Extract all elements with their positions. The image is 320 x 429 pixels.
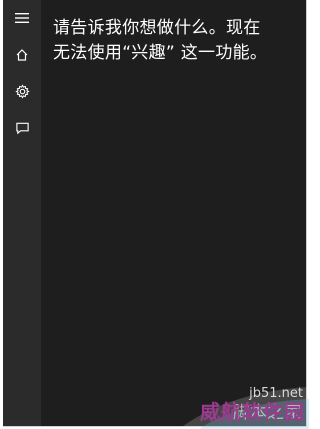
gear-glyph — [14, 83, 30, 99]
message-line-1: 请告诉我你想做什么。现在 — [53, 18, 261, 38]
main-content: 请告诉我你想做什么。现在 无法使用“兴趣” 这一功能。 — [41, 0, 306, 426]
sidebar — [3, 0, 41, 426]
cortana-panel: 请告诉我你想做什么。现在 无法使用“兴趣” 这一功能。 — [3, 0, 307, 427]
hamburger-menu-glyph — [15, 13, 29, 23]
screenshot-frame: 请告诉我你想做什么。现在 无法使用“兴趣” 这一功能。 jb51.net 脚本之… — [0, 0, 309, 429]
home-glyph — [16, 49, 28, 61]
message-line-2: 无法使用“兴趣” 这一功能。 — [53, 43, 268, 63]
feedback-glyph — [15, 122, 29, 135]
cortana-message: 请告诉我你想做什么。现在 无法使用“兴趣” 这一功能。 — [53, 16, 303, 66]
home-icon[interactable] — [11, 44, 33, 66]
feedback-icon[interactable] — [11, 117, 33, 139]
gear-icon[interactable] — [11, 80, 33, 102]
hamburger-menu-icon[interactable] — [11, 7, 33, 29]
